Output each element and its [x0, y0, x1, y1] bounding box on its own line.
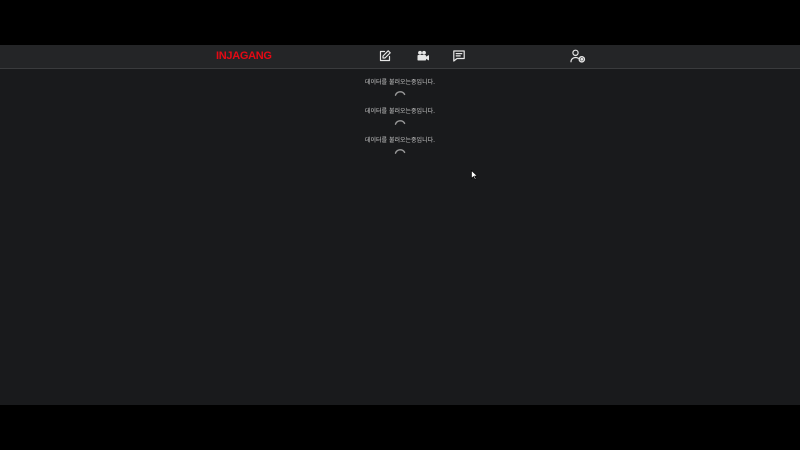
loading-item: 데이터를 불러오는중입니다.: [0, 137, 800, 166]
spinner-icon: [393, 119, 407, 133]
message-icon[interactable]: [452, 49, 466, 63]
loading-item: 데이터를 불러오는중입니다.: [0, 108, 800, 137]
user-settings-icon[interactable]: [570, 49, 586, 63]
mouse-cursor-icon: [471, 170, 478, 180]
app-viewport: INJAGANG 데이터를 불러오는중입니다. 데이터를 불러오는중입니다. 데…: [0, 45, 800, 405]
top-header: INJAGANG: [0, 45, 800, 69]
spinner-icon: [393, 90, 407, 104]
spinner-icon: [393, 148, 407, 162]
video-camera-icon[interactable]: [416, 49, 430, 63]
logo[interactable]: INJAGANG: [216, 50, 272, 63]
loading-message: 데이터를 불러오는중입니다.: [364, 108, 436, 115]
edit-icon[interactable]: [378, 49, 392, 63]
loading-list: 데이터를 불러오는중입니다. 데이터를 불러오는중입니다. 데이터를 불러오는중…: [0, 79, 800, 166]
loading-message: 데이터를 불러오는중입니다.: [364, 137, 436, 144]
loading-item: 데이터를 불러오는중입니다.: [0, 79, 800, 108]
loading-message: 데이터를 불러오는중입니다.: [364, 79, 436, 86]
